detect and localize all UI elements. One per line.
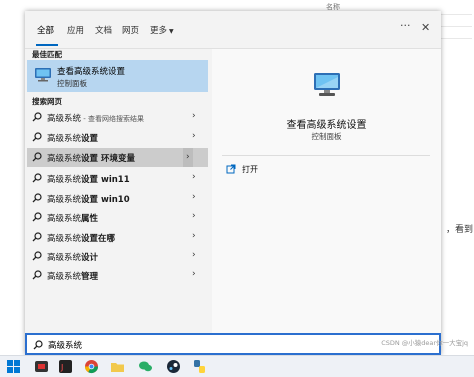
steam-icon[interactable] [166, 359, 181, 374]
close-icon[interactable]: ✕ [421, 21, 430, 34]
web-result-prefix: 高级系统 [47, 272, 82, 282]
best-match-item[interactable]: 查看高级系统设置 控制面板 [27, 60, 208, 92]
detail-pane: 查看高级系统设置 控制面板 打开 [212, 49, 441, 339]
folder-icon[interactable] [110, 359, 125, 374]
results-list: 最佳匹配 查看高级系统设置 控制面板 搜索网页 高级系统 - 查看网络搜索结果 … [25, 49, 208, 339]
detail-title: 查看高级系统设置 [286, 120, 367, 131]
python-icon[interactable] [192, 359, 207, 374]
computer-monitor-icon [35, 68, 51, 82]
best-match-title: 查看高级系统设置 [57, 67, 126, 77]
web-result-prefix: 高级系统 [47, 214, 82, 224]
web-result-item[interactable]: 高级系统管理 › [27, 266, 208, 285]
web-result-text: 高级系统属性 [47, 212, 98, 224]
search-panel: 全部 应用 文档 网页 更多 ▼ ··· ✕ 最佳匹配 查看高级系统设置 控制面板… [25, 11, 441, 355]
web-result-prefix: 高级系统 [47, 234, 82, 244]
web-result-bold: 设置 win10 [81, 195, 130, 205]
web-result-item[interactable]: 高级系统设计 › [27, 247, 208, 266]
chevron-right-icon[interactable]: › [183, 148, 193, 167]
search-icon [32, 232, 42, 242]
chevron-right-icon[interactable]: › [192, 211, 196, 221]
active-tab-indicator [36, 44, 58, 46]
web-result-item[interactable]: 高级系统设置在哪 › [27, 228, 208, 247]
chevron-right-icon[interactable]: › [192, 231, 196, 241]
chevron-right-icon[interactable]: › [192, 250, 196, 260]
web-result-bold: 属性 [81, 214, 99, 224]
web-result-item[interactable]: 高级系统属性 › [27, 208, 208, 227]
web-result-desc: - 查看网络搜索结果 [81, 115, 144, 123]
tab-more-label: 更多 [150, 26, 168, 36]
open-icon [226, 164, 236, 174]
web-result-prefix: 高级系统 [47, 114, 82, 124]
web-result-text: 高级系统设置 环境变量 [47, 152, 135, 164]
background-text: ，看到 [446, 225, 474, 235]
tab-all[interactable]: 全部 [37, 24, 54, 36]
web-result-text: 高级系统设置在哪 [47, 232, 115, 244]
search-icon [32, 132, 42, 142]
web-result-text: 高级系统设置 win10 [47, 193, 130, 205]
web-result-item[interactable]: 高级系统设置 win11 › [27, 169, 208, 188]
web-result-text: 高级系统设计 [47, 251, 98, 263]
web-result-item[interactable]: 高级系统设置 win10 › [27, 189, 208, 208]
wechat-icon[interactable] [138, 359, 153, 374]
computer-monitor-icon [314, 73, 340, 96]
more-options-icon[interactable]: ··· [400, 19, 411, 32]
divider [222, 155, 430, 156]
web-result-prefix: 高级系统 [47, 134, 82, 144]
tab-documents[interactable]: 文档 [95, 24, 112, 36]
web-result-bold: 管理 [81, 272, 99, 282]
watermark: CSDN @小猿dear你一大宝jq [381, 339, 468, 347]
search-icon [32, 193, 42, 203]
search-icon [33, 340, 43, 350]
search-input[interactable]: 高级系统 [25, 333, 441, 355]
tab-apps[interactable]: 应用 [67, 24, 84, 36]
search-icon [32, 152, 42, 162]
chevron-down-icon: ▼ [169, 28, 174, 35]
web-result-text: 高级系统管理 [47, 270, 98, 282]
web-result-item[interactable]: 高级系统设置 › [27, 128, 208, 147]
search-icon [32, 212, 42, 222]
best-match-subtitle: 控制面板 [57, 79, 87, 88]
open-label: 打开 [242, 165, 258, 174]
chevron-right-icon[interactable]: › [192, 172, 196, 182]
taskbar: J [0, 355, 474, 377]
app-icon[interactable] [34, 359, 49, 374]
search-icon [32, 251, 42, 261]
search-icon [32, 112, 42, 122]
tab-web[interactable]: 网页 [122, 24, 139, 36]
web-result-text: 高级系统设置 [47, 132, 98, 144]
search-icon [32, 270, 42, 280]
svg-text:J: J [60, 363, 63, 372]
web-result-prefix: 高级系统 [47, 195, 82, 205]
tab-more[interactable]: 更多 ▼ [150, 24, 174, 36]
chevron-right-icon[interactable]: › [192, 111, 196, 121]
chevron-right-icon[interactable]: › [192, 269, 196, 279]
web-result-bold: 设置在哪 [81, 234, 116, 244]
web-result-text: 高级系统 - 查看网络搜索结果 [47, 112, 144, 124]
web-result-bold: 设置 win11 [81, 175, 130, 185]
web-result-prefix: 高级系统 [47, 154, 82, 164]
chrome-icon[interactable] [84, 359, 99, 374]
web-result-text: 高级系统设置 win11 [47, 173, 130, 185]
search-tabs: 全部 应用 文档 网页 更多 ▼ ··· ✕ [25, 11, 441, 49]
search-icon [32, 173, 42, 183]
open-action[interactable]: 打开 [226, 163, 346, 179]
section-web-search: 搜索网页 [32, 97, 62, 106]
web-result-bold: 设计 [81, 253, 99, 263]
web-result-bold: 设置 [81, 134, 99, 144]
chevron-right-icon[interactable]: › [192, 192, 196, 202]
web-result-item[interactable]: 高级系统设置 环境变量 › [27, 148, 208, 167]
app-icon[interactable]: J [58, 359, 73, 374]
web-result-prefix: 高级系统 [47, 175, 82, 185]
section-best-match: 最佳匹配 [32, 50, 62, 59]
web-result-bold: 设置 环境变量 [81, 154, 135, 164]
web-result-item[interactable]: 高级系统 - 查看网络搜索结果 › [27, 108, 208, 127]
windows-start-icon[interactable] [6, 359, 21, 374]
web-result-prefix: 高级系统 [47, 253, 82, 263]
detail-subtitle: 控制面板 [311, 132, 342, 141]
search-input-value: 高级系统 [48, 341, 83, 351]
chevron-right-icon[interactable]: › [192, 131, 196, 141]
